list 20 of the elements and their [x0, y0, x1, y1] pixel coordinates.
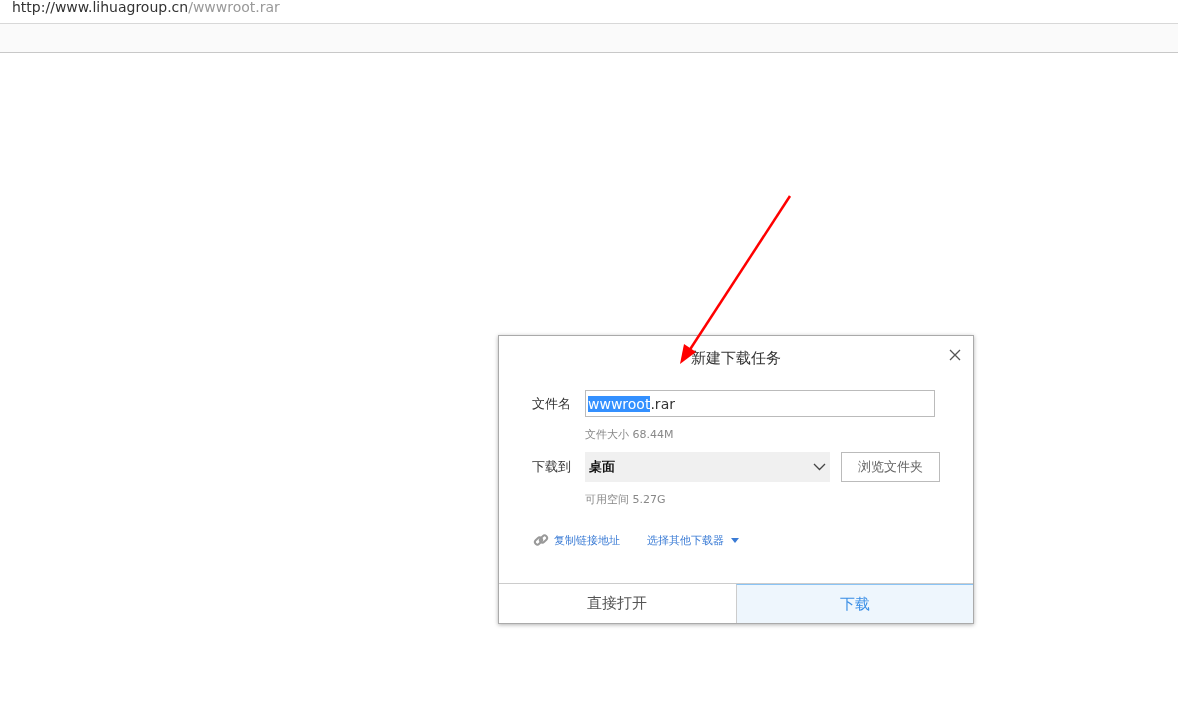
file-size-text: 文件大小 68.44M	[584, 427, 675, 442]
folder-dropdown[interactable]: 桌面	[585, 452, 830, 482]
url-path: /wwwroot.rar	[188, 0, 280, 14]
chevron-down-icon	[813, 463, 826, 471]
link-icon	[533, 532, 549, 548]
address-bar[interactable]: http://www.lihuagroup.cn/wwwroot.rar	[0, 0, 1178, 24]
browse-folder-button[interactable]: 浏览文件夹	[841, 452, 940, 482]
close-icon[interactable]	[949, 349, 961, 361]
filename-field[interactable]: wwwroot.rar	[585, 390, 935, 417]
field-label: 文件名	[532, 394, 572, 413]
caret-icon	[731, 537, 739, 543]
free-space-text: 可用空间 5.27G	[584, 492, 667, 507]
url-host: http://www.lihuagroup.cn	[12, 0, 189, 14]
link[interactable]: 选择其他下载器	[647, 532, 739, 548]
field-label: 下载到	[532, 458, 572, 476]
dialog-title: 新建下载任务	[691, 349, 781, 368]
filename-text: .rar	[650, 395, 675, 412]
link[interactable]: 复制链接地址	[554, 532, 620, 548]
dialog-button[interactable]: 直接打开	[499, 584, 736, 623]
selected-text: wwwroot	[588, 395, 651, 412]
